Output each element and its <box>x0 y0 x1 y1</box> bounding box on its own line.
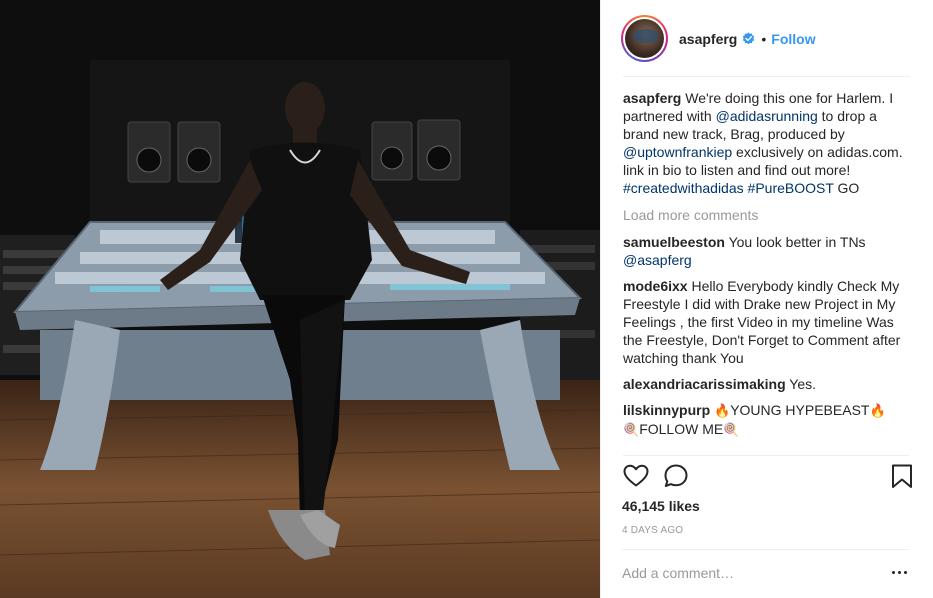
heart-icon[interactable] <box>622 462 650 490</box>
avatar[interactable] <box>625 19 664 58</box>
post-caption: asapferg We're doing this one for Harlem… <box>623 89 915 197</box>
comment-item: mode6ixx Hello Everybody kindly Check My… <box>623 277 915 367</box>
comment-item: samuelbeeston You look better in TNs @as… <box>623 233 915 269</box>
caption-text-4: GO <box>833 180 860 196</box>
comment-username[interactable]: alexandriacarissimaking <box>623 376 786 392</box>
actions-divider <box>623 455 909 456</box>
comments-list[interactable]: asapferg We're doing this one for Harlem… <box>623 89 915 449</box>
verified-badge-icon <box>743 32 755 45</box>
post-header: asapferg • Follow <box>601 0 933 77</box>
instagram-post: asapferg • Follow asapferg We're doing t… <box>0 0 933 598</box>
header-divider <box>623 76 910 77</box>
mention-link[interactable]: @asapferg <box>623 252 692 268</box>
hashtag-link[interactable]: #createdwithadidas <box>623 180 744 196</box>
comment-username[interactable]: samuelbeeston <box>623 234 725 250</box>
lollipop-emoji: 🍭 <box>723 422 740 437</box>
comment-text: YOUNG HYPEBEAST <box>730 402 870 418</box>
post-photo[interactable] <box>0 0 600 598</box>
mention-link[interactable]: @uptownfrankiep <box>623 144 732 160</box>
follow-button[interactable]: Follow <box>771 31 815 47</box>
post-timestamp[interactable]: 4 DAYS AGO <box>622 525 683 536</box>
avatar-story-ring[interactable] <box>621 15 668 62</box>
lollipop-emoji: 🍭 <box>623 422 640 437</box>
comment-item: alexandriacarissimaking Yes. <box>623 375 915 393</box>
fire-emoji: 🔥 <box>714 403 731 418</box>
load-more-comments-button[interactable]: Load more comments <box>623 206 915 224</box>
comment-username[interactable]: mode6ixx <box>623 278 688 294</box>
hashtag-link[interactable]: #PureBOOST <box>748 180 834 196</box>
add-comment-input[interactable] <box>622 563 862 583</box>
comments-fade <box>623 441 915 449</box>
header-separator: • <box>761 30 767 47</box>
comment-text: FOLLOW ME <box>639 421 724 437</box>
comment-item: lilskinnypurp 🔥YOUNG HYPEBEAST🔥 🍭FOLLOW … <box>623 401 915 439</box>
action-bar <box>622 462 912 492</box>
caption-username[interactable]: asapferg <box>623 90 681 106</box>
add-comment-divider <box>622 549 909 550</box>
studio-photo-illustration <box>0 0 600 598</box>
comment-icon[interactable] <box>662 462 690 490</box>
post-author-username[interactable]: asapferg <box>679 31 737 47</box>
fire-emoji: 🔥 <box>869 403 886 418</box>
comment-text: Yes. <box>789 376 817 392</box>
mention-link[interactable]: @adidasrunning <box>716 108 818 124</box>
more-options-icon[interactable] <box>890 563 912 581</box>
bookmark-icon[interactable] <box>888 462 916 490</box>
like-count[interactable]: 46,145 likes <box>622 498 700 514</box>
comment-text: You look better in TNs <box>728 234 866 250</box>
comment-username[interactable]: lilskinnypurp <box>623 402 710 418</box>
